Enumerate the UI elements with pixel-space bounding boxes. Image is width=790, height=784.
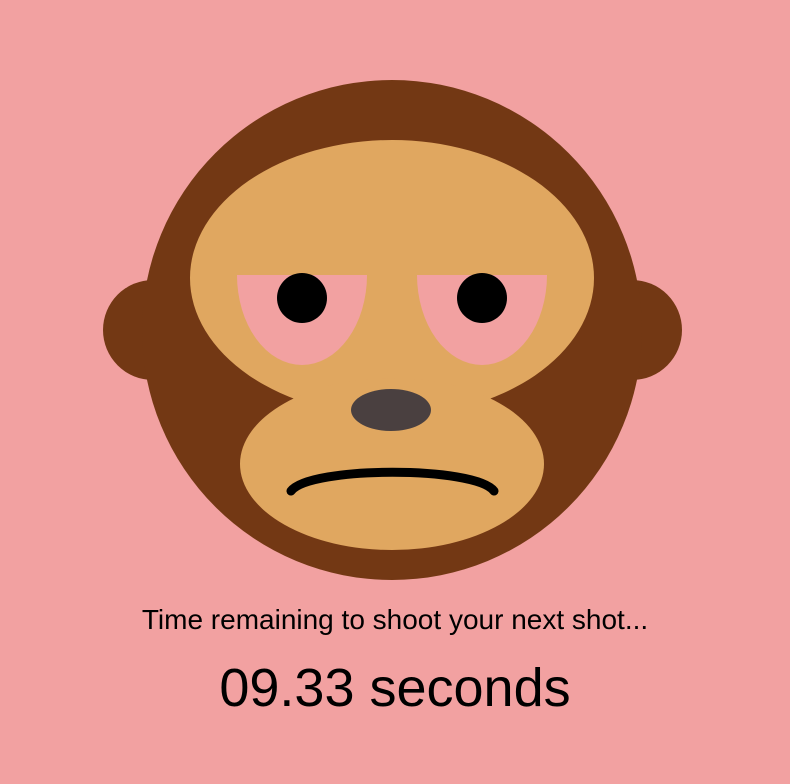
right-pupil	[457, 273, 507, 323]
left-pupil	[277, 273, 327, 323]
shot-timer-prompt: Time remaining to shoot your next shot..…	[141, 604, 649, 635]
nose	[351, 389, 431, 431]
shot-timer-countdown: 09.33 seconds	[219, 658, 571, 718]
